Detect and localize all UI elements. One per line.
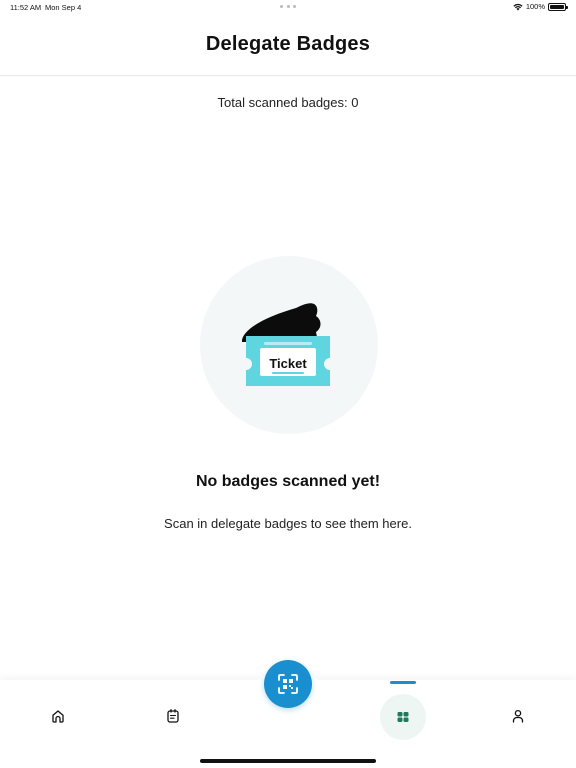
ticket-illustration-icon: Ticket [242,303,330,386]
ticket-label: Ticket [269,356,307,371]
empty-state-subtitle: Scan in delegate badges to see them here… [164,516,412,531]
profile-icon [512,709,524,723]
battery-fill [550,4,564,9]
battery-percent: 100% [525,2,545,11]
status-bar: 11:52 AM Mon Sep 4 100% [0,0,576,14]
wifi-icon [513,3,523,10]
tab-badges[interactable] [380,694,426,740]
multitasking-dots-icon [280,5,296,8]
tab-profile[interactable] [508,706,528,726]
nav-header: Delegate Badges [0,14,576,76]
badges-icon [397,712,409,722]
tab-home[interactable] [48,706,68,726]
home-indicator[interactable] [200,759,376,763]
agenda-icon [167,709,179,723]
empty-state-title: No badges scanned yet! [195,473,381,490]
status-time: 11:52 AM [10,3,42,12]
status-right: 100% [513,2,568,11]
tab-agenda[interactable] [163,706,183,726]
battery-icon [548,2,568,11]
total-scanned-label: Total scanned badges: 0 [217,95,359,110]
status-date: Mon Sep 4 [45,3,82,12]
total-scanned-count: Total scanned badges: 0 [0,95,576,110]
active-tab-indicator [390,681,416,684]
qr-scan-icon [278,674,298,694]
scan-badge-button[interactable] [264,660,312,708]
page-title: Delegate Badges [205,33,371,55]
home-icon [52,710,64,723]
